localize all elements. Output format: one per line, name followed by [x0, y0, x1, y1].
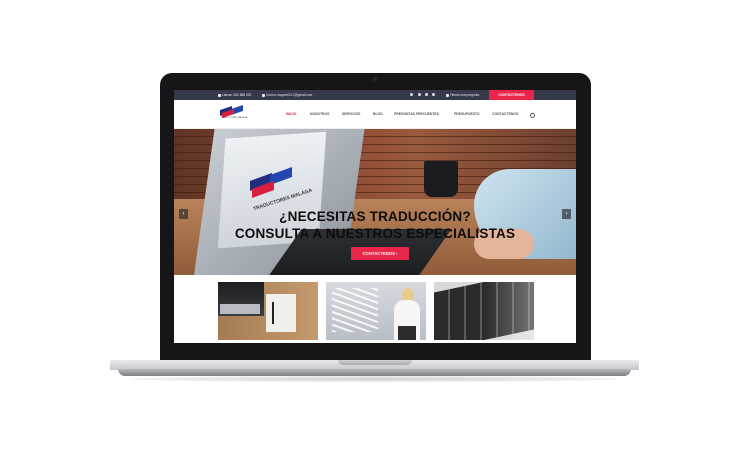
thumb-keyboard-glare [484, 282, 534, 340]
rss-icon[interactable] [432, 93, 435, 96]
thumbnail-laptop-notebook[interactable] [218, 282, 318, 340]
nav-link-preguntas[interactable]: PREGUNTAS FRECUENTES [394, 112, 439, 116]
slider-prev-arrow[interactable]: ‹ [179, 209, 188, 219]
nav-link-nosotros[interactable]: NOSOTROS [310, 112, 329, 116]
question-text: Tienes una pregunta [450, 93, 480, 97]
nav-link-servicios[interactable]: SERVICIOS [342, 112, 360, 116]
nav-link-contactenos[interactable]: CONTÁCTENOS [492, 112, 518, 116]
hero-headline-1: ¿NECESITAS TRADUCCIÓN? [279, 209, 471, 224]
phone-text: Llamar: 260 888 000 [222, 93, 252, 97]
hero-mug [424, 161, 458, 197]
logo-text: TRADUCTORES MALAGA [220, 117, 248, 119]
nav-link-blog[interactable]: BLOG [373, 112, 383, 116]
search-icon[interactable] [530, 113, 535, 118]
phone-info[interactable]: Llamar: 260 888 000 [218, 93, 251, 97]
thumb-woman-skirt [398, 326, 416, 340]
facebook-icon[interactable] [418, 93, 421, 96]
thumb-notebook [266, 294, 296, 332]
chat-icon [446, 93, 449, 97]
hero-contact-label: CONTÁCTENOS [362, 251, 395, 256]
thumb-pen [272, 302, 274, 324]
hero-contact-button[interactable]: CONTÁCTENOS › [351, 247, 409, 260]
email-text: Correo: support24-7@gmail.com [266, 93, 313, 97]
phone-icon [218, 93, 221, 97]
laptop-mockup: Llamar: 260 888 000 Correo: support24-7@… [0, 0, 750, 450]
chevron-right-icon: › [396, 251, 398, 256]
slider-next-arrow[interactable]: › [562, 209, 571, 219]
twitter-icon[interactable] [410, 93, 413, 96]
thumbnail-keyboard[interactable] [434, 282, 534, 340]
thumbnail-row [174, 282, 576, 343]
camera-dot [373, 77, 377, 81]
thumb-word-cloud [332, 288, 378, 332]
thumbnail-woman-words[interactable] [326, 282, 426, 340]
email-info[interactable]: Correo: support24-7@gmail.com [262, 93, 312, 97]
topbar-contact-button[interactable]: CONTÁCTENOS [489, 90, 534, 100]
laptop-shadow [130, 376, 620, 382]
mail-icon [262, 93, 265, 97]
main-navigation: TRADUCTORES MALAGA INICIO NOSOTROS SERVI… [174, 100, 576, 129]
instagram-icon[interactable] [425, 93, 428, 96]
site-logo[interactable]: TRADUCTORES MALAGA [218, 105, 250, 122]
hero-headline-2: CONSULTA A NUESTROS ESPECIALISTAS [234, 226, 516, 241]
nav-link-presupuesto[interactable]: PRESUPUESTO [454, 112, 480, 116]
thumb-laptop-keys [220, 304, 260, 314]
hero-slider: TRADUCTORES MALAGA ¿NECESITAS TRADUCCIÓN… [174, 129, 576, 275]
laptop-lid: Llamar: 260 888 000 Correo: support24-7@… [160, 73, 591, 365]
nav-link-inicio[interactable]: INICIO [286, 112, 296, 116]
website-screen: Llamar: 260 888 000 Correo: support24-7@… [174, 90, 576, 343]
laptop-base-bottom [118, 369, 631, 376]
top-info-bar: Llamar: 260 888 000 Correo: support24-7@… [174, 90, 576, 100]
question-info[interactable]: Tienes una pregunta [446, 93, 479, 97]
laptop-notch [338, 360, 412, 365]
